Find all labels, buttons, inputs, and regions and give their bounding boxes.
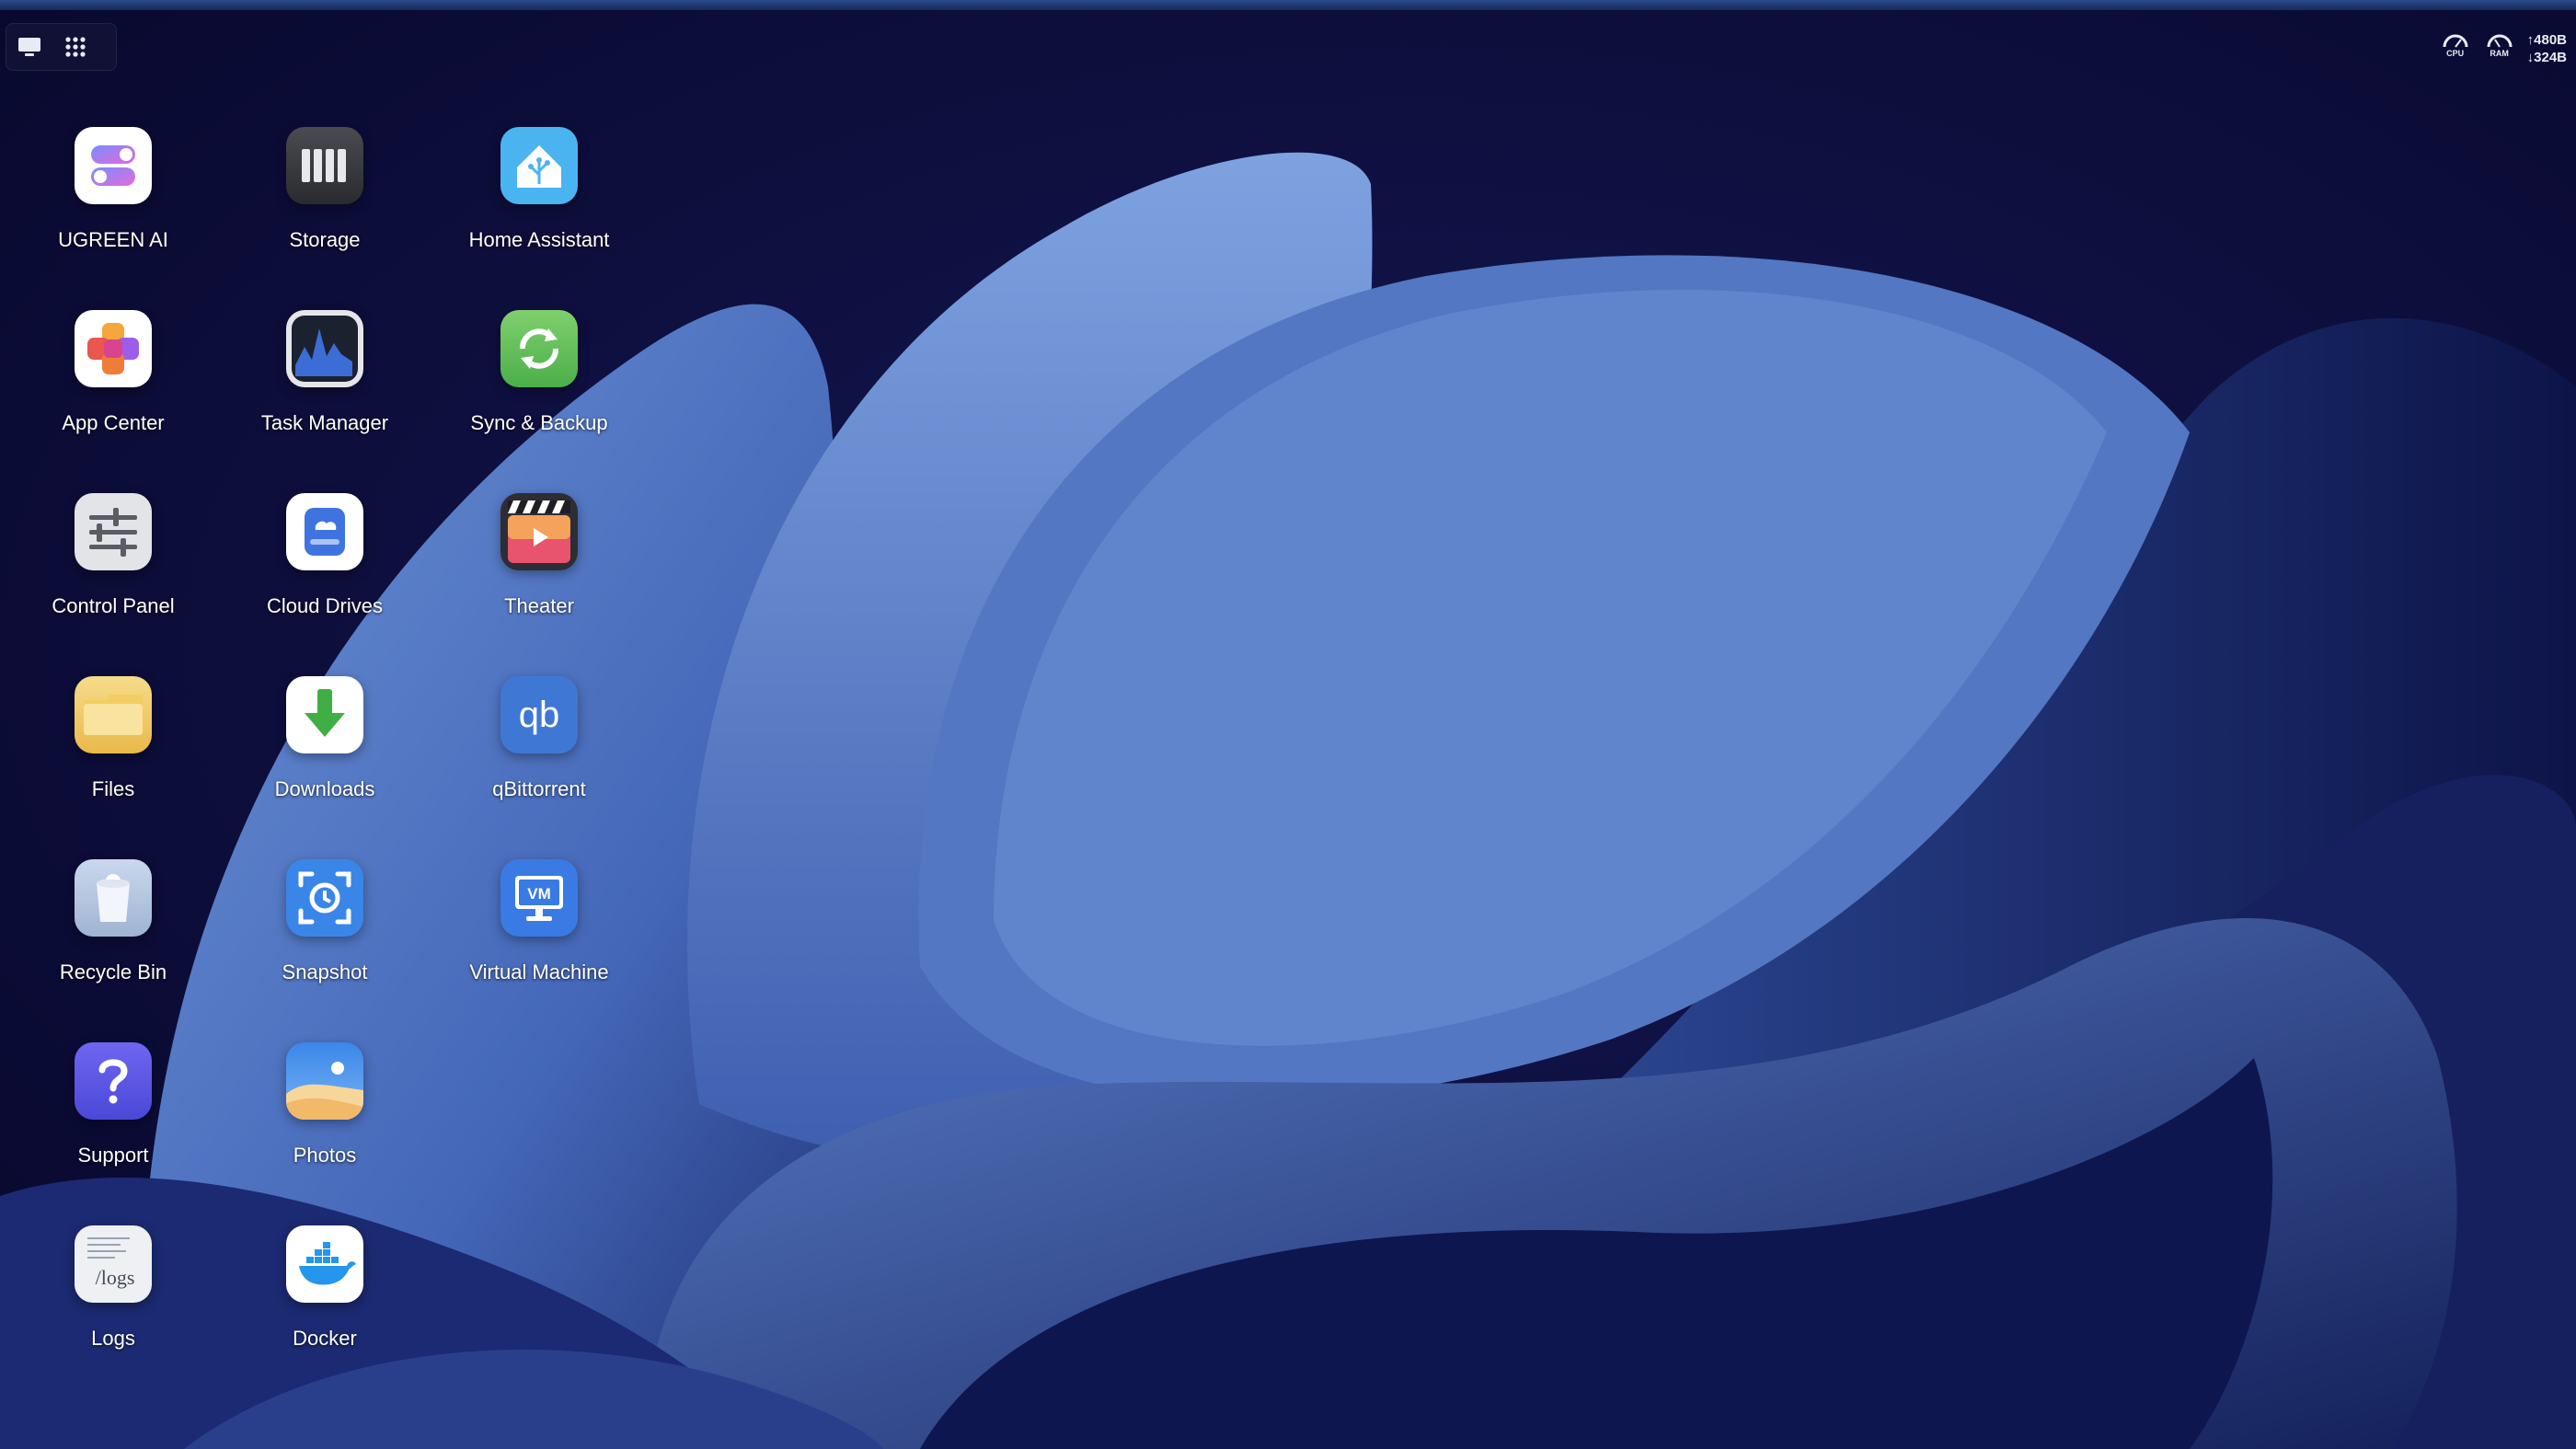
app-logs[interactable]: /logs Logs (17, 1225, 210, 1391)
app-label: qBittorrent (492, 777, 586, 800)
ugreen-ai-icon (75, 127, 152, 204)
downloads-icon (286, 676, 363, 753)
app-label: UGREEN AI (58, 228, 168, 251)
app-virtual-machine[interactable]: VM Virtual Machine (443, 859, 636, 1025)
ram-gauge: RAM (2483, 29, 2516, 69)
app-support[interactable]: Support (17, 1042, 210, 1208)
app-label: Control Panel (52, 594, 175, 617)
app-label: Logs (91, 1327, 135, 1350)
theater-icon (500, 493, 578, 570)
app-control-panel[interactable]: Control Panel (17, 493, 210, 659)
qbittorrent-icon: qb (500, 676, 578, 753)
ram-gauge-icon (2487, 34, 2513, 48)
app-label: Photos (293, 1144, 357, 1167)
app-label: Snapshot (282, 960, 368, 983)
logs-icon: /logs (75, 1225, 152, 1303)
app-label: Theater (504, 594, 574, 617)
sync-backup-icon (500, 310, 578, 387)
app-label: Files (91, 777, 135, 800)
app-label: Recycle Bin (59, 960, 167, 983)
app-label: Home Assistant (468, 228, 610, 251)
photos-icon (286, 1042, 363, 1120)
virtual-machine-icon: VM (500, 859, 578, 937)
app-home-assistant[interactable]: Home Assistant (443, 127, 636, 293)
app-task-manager[interactable]: Task Manager (228, 310, 421, 476)
app-photos[interactable]: Photos (228, 1042, 421, 1208)
cpu-gauge: CPU (2439, 29, 2472, 69)
app-center-icon (75, 310, 152, 387)
app-docker[interactable]: Docker (228, 1225, 421, 1391)
app-downloads[interactable]: Downloads (228, 676, 421, 842)
folder-icon (75, 676, 152, 753)
cpu-label: CPU (2446, 49, 2465, 58)
logs-icon-text: /logs (96, 1266, 135, 1289)
app-label: Task Manager (260, 411, 389, 434)
cloud-drives-icon (286, 493, 363, 570)
app-label: Downloads (274, 777, 375, 800)
storage-icon (286, 127, 363, 204)
app-sync-backup[interactable]: Sync & Backup (443, 310, 636, 476)
desktop-icons: UGREEN AI App Center Control Panel Files (0, 0, 2576, 1449)
app-label: Sync & Backup (470, 411, 608, 434)
app-cloud-drives[interactable]: Cloud Drives (228, 493, 421, 659)
app-label: Storage (289, 228, 361, 251)
app-label: Virtual Machine (469, 960, 609, 983)
cpu-gauge-icon (2443, 34, 2468, 48)
app-label: Support (77, 1144, 149, 1167)
app-storage[interactable]: Storage (228, 127, 421, 293)
app-theater[interactable]: Theater (443, 493, 636, 659)
app-label: App Center (62, 411, 165, 434)
network-speed: ↑480B ↓324B (2527, 31, 2567, 66)
app-snapshot[interactable]: Snapshot (228, 859, 421, 1025)
recycle-bin-icon (75, 859, 152, 937)
download-speed: ↓324B (2526, 50, 2567, 65)
control-panel-icon (75, 493, 152, 570)
top-border (0, 0, 2576, 10)
app-label: Docker (293, 1327, 357, 1350)
monitor-icon (18, 38, 40, 56)
snapshot-icon (286, 859, 363, 937)
home-assistant-icon (500, 127, 578, 204)
upload-speed: ↑480B (2526, 32, 2567, 48)
task-manager-icon (286, 310, 363, 387)
app-label: Cloud Drives (267, 594, 383, 617)
view-switcher (6, 23, 117, 71)
app-app-center[interactable]: App Center (17, 310, 210, 476)
app-ugreen-ai[interactable]: UGREEN AI (17, 127, 210, 293)
qbittorrent-icon-text: qb (519, 695, 560, 735)
app-files[interactable]: Files (17, 676, 210, 842)
app-qbittorrent[interactable]: qb qBittorrent (443, 676, 636, 842)
ram-label: RAM (2490, 49, 2509, 58)
grid-icon (65, 37, 86, 57)
system-monitor-widget[interactable]: CPU RAM ↑480B ↓324B (2439, 28, 2567, 70)
desktop-view-button[interactable] (6, 27, 52, 67)
vm-icon-text: VM (527, 885, 551, 903)
support-icon (75, 1042, 152, 1120)
docker-icon (286, 1225, 363, 1303)
apps-view-button[interactable] (52, 27, 98, 67)
app-recycle-bin[interactable]: Recycle Bin (17, 859, 210, 1025)
